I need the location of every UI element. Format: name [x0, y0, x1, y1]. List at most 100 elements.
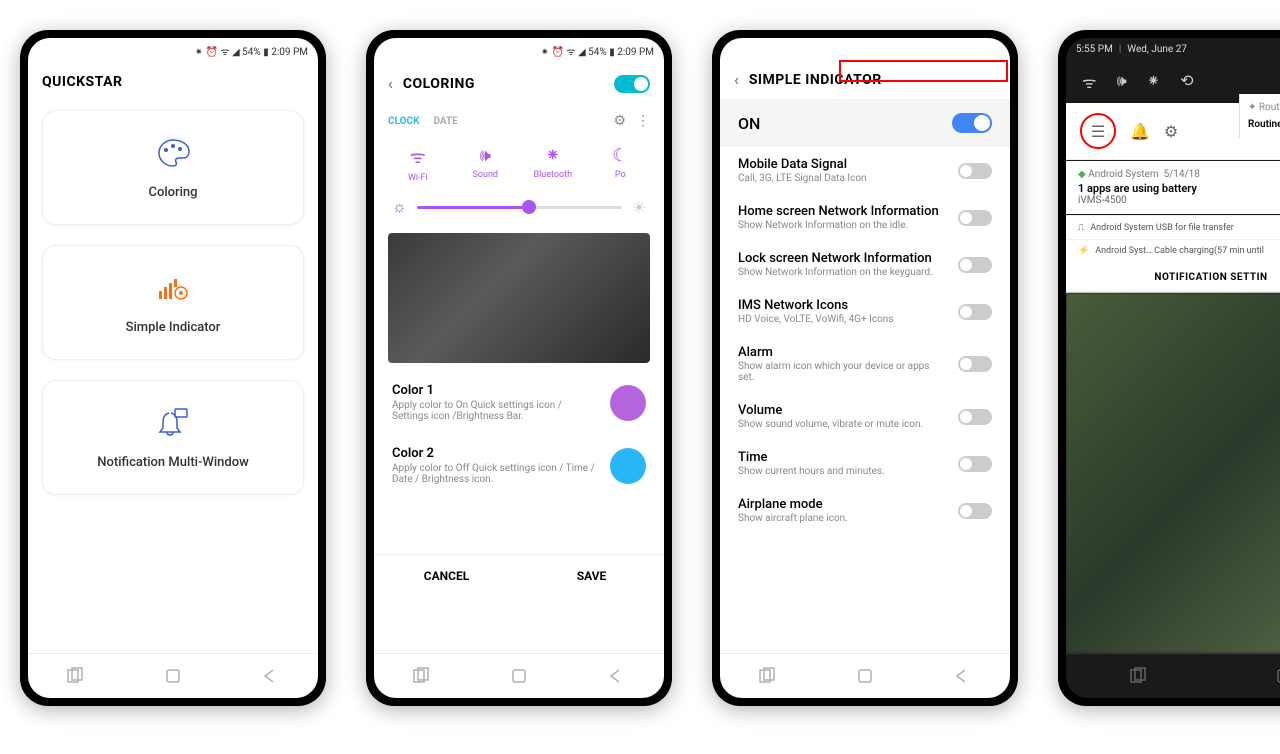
setting-desc: Call, 3G, LTE Signal Data Icon [738, 173, 948, 184]
brightness-low-icon: ☼ [392, 197, 407, 217]
back-icon[interactable]: ‹ [734, 70, 739, 89]
back-icon[interactable] [260, 666, 280, 686]
highlight-circle: ☰ [1080, 113, 1116, 149]
setting-title: IMS Network Icons [738, 298, 948, 313]
toggle[interactable] [958, 163, 992, 179]
recents-icon[interactable] [66, 666, 86, 686]
card-label: Coloring [148, 185, 197, 200]
qs-sound: 🕪Sound [460, 145, 510, 183]
notification-settings-button[interactable]: NOTIFICATION SETTIN [1066, 262, 1280, 293]
notification-charging[interactable]: ⚡Android Syst… Cable charging(57 min unt… [1066, 239, 1280, 262]
moon-icon: ☾ [612, 145, 628, 166]
home-icon[interactable] [163, 666, 183, 686]
master-toggle[interactable] [614, 75, 650, 93]
tab-clock[interactable]: CLOCK [388, 116, 419, 127]
card-coloring[interactable]: Coloring [42, 110, 304, 225]
setting-desc: Show current hours and minutes. [738, 466, 948, 477]
setting-item[interactable]: AlarmShow alarm icon which your device o… [720, 335, 1010, 393]
notification-usb[interactable]: ⎍Android System USB for file transfer˅ [1066, 215, 1280, 239]
signal-gear-icon [155, 270, 191, 306]
back-icon[interactable] [952, 666, 972, 686]
usb-icon: ⎍ [1078, 223, 1084, 233]
setting-desc: Show Network Information on the idle. [738, 220, 948, 231]
setting-item[interactable]: Airplane modeShow aircraft plane icon. [720, 487, 1010, 534]
setting-item[interactable]: TimeShow current hours and minutes. [720, 440, 1010, 487]
setting-item[interactable]: Lock screen Network InformationShow Netw… [720, 241, 1010, 288]
cancel-button[interactable]: CANCEL [374, 555, 519, 597]
toggle[interactable] [958, 503, 992, 519]
sound-icon[interactable]: 🕪 [1117, 71, 1127, 93]
setting-item[interactable]: Mobile Data SignalCall, 3G, LTE Signal D… [720, 147, 1010, 194]
card-notification-multiwindow[interactable]: Notification Multi-Window [42, 380, 304, 495]
toggle[interactable] [958, 210, 992, 226]
bell-icon[interactable]: 🔔 [1130, 122, 1150, 141]
date: Wed, June 27 [1127, 44, 1187, 55]
layout-icon[interactable]: ☰ [1091, 122, 1105, 141]
page-title: QUICKSTAR [42, 74, 122, 90]
home-icon[interactable] [1274, 666, 1280, 686]
more-icon[interactable]: ⋮ [636, 113, 650, 129]
app-header: QUICKSTAR [28, 64, 318, 100]
status-bar: 5:55 PM | Wed, June 27 [1066, 38, 1280, 61]
qs-power: ☾Po [595, 145, 645, 183]
sound-icon: 🕪 [480, 145, 491, 166]
color2-swatch[interactable] [610, 448, 646, 484]
color2-title: Color 2 [392, 446, 598, 461]
setting-item[interactable]: IMS Network IconsHD Voice, VoLTE, VoWifi… [720, 288, 1010, 335]
toggle[interactable] [958, 356, 992, 372]
setting-title: Lock screen Network Information [738, 251, 948, 266]
phone-simple-indicator: ‹ SIMPLE INDICATOR ON Mobile Data Signal… [712, 30, 1018, 706]
save-button[interactable]: SAVE [519, 555, 664, 597]
color1-row[interactable]: Color 1 Apply color to On Quick settings… [374, 371, 664, 434]
color1-swatch[interactable] [610, 385, 646, 421]
color1-title: Color 1 [392, 383, 598, 398]
toggle[interactable] [958, 409, 992, 425]
nav-bar [374, 653, 664, 698]
tab-date[interactable]: DATE [433, 116, 457, 127]
brightness-slider[interactable]: ☼ ☀ [374, 189, 664, 225]
home-icon[interactable] [509, 666, 529, 686]
wallpaper-preview [388, 233, 650, 363]
toggle[interactable] [958, 456, 992, 472]
recents-icon[interactable] [758, 666, 778, 686]
nav-bar [720, 653, 1010, 698]
color1-desc: Apply color to On Quick settings icon / … [392, 400, 598, 422]
brightness-high-icon: ☀ [632, 198, 646, 217]
toggle[interactable] [958, 257, 992, 273]
card-label: Simple Indicator [126, 320, 221, 335]
master-on-row[interactable]: ON [720, 99, 1010, 147]
setting-item[interactable]: VolumeShow sound volume, vibrate or mute… [720, 393, 1010, 440]
master-toggle[interactable] [952, 113, 992, 133]
color2-desc: Apply color to Off Quick settings icon /… [392, 463, 598, 485]
wifi-icon[interactable]: ᯤ [1082, 71, 1097, 93]
phone-coloring: ⁕ ⏰ ᯤ ◢ 54% ▮ 2:09 PM ‹ COLORING CLOCK D… [366, 30, 672, 706]
blurred-background: SKTelecom [1066, 293, 1280, 653]
color2-row[interactable]: Color 2 Apply color to Off Quick setting… [374, 434, 664, 497]
card-simple-indicator[interactable]: Simple Indicator [42, 245, 304, 360]
setting-desc: Show aircraft plane icon. [738, 513, 948, 524]
nav-bar [28, 653, 318, 698]
setting-desc: Show sound volume, vibrate or mute icon. [738, 419, 948, 430]
setting-desc: Show alarm icon which your device or app… [738, 361, 948, 383]
setting-desc: Show Network Information on the keyguard… [738, 267, 948, 278]
back-icon[interactable] [606, 666, 626, 686]
setting-title: Alarm [738, 345, 948, 360]
recents-icon[interactable] [412, 666, 432, 686]
back-icon[interactable]: ‹ [388, 74, 393, 93]
notification-card[interactable]: ◆ Android System 5/14/18 1 apps are usin… [1066, 161, 1280, 214]
toggle[interactable] [958, 304, 992, 320]
qs-preview-row: ᯤWi-Fi 🕪Sound ⁕Bluetooth ☾Po [374, 139, 664, 189]
recents-icon[interactable] [1129, 666, 1149, 686]
setting-item[interactable]: Home screen Network InformationShow Netw… [720, 194, 1010, 241]
setting-title: Airplane mode [738, 497, 948, 512]
sub-tabs: CLOCK DATE ⚙ ⋮ [374, 103, 664, 139]
qs-wifi: ᯤWi-Fi [393, 145, 443, 183]
gear-icon[interactable]: ⚙ [613, 113, 626, 129]
rotate-icon[interactable]: ⟲ [1180, 71, 1193, 93]
gear-icon[interactable]: ⚙ [1164, 122, 1178, 141]
phone-quickstar: ⁕ ⏰ ᯤ ◢ 54% ▮ 2:09 PM QUICKSTAR Coloring… [20, 30, 326, 706]
wifi-icon: ᯤ [410, 145, 426, 169]
bluetooth-icon[interactable]: ⁕ [1147, 71, 1160, 93]
bell-window-icon [155, 405, 191, 441]
home-icon[interactable] [855, 666, 875, 686]
